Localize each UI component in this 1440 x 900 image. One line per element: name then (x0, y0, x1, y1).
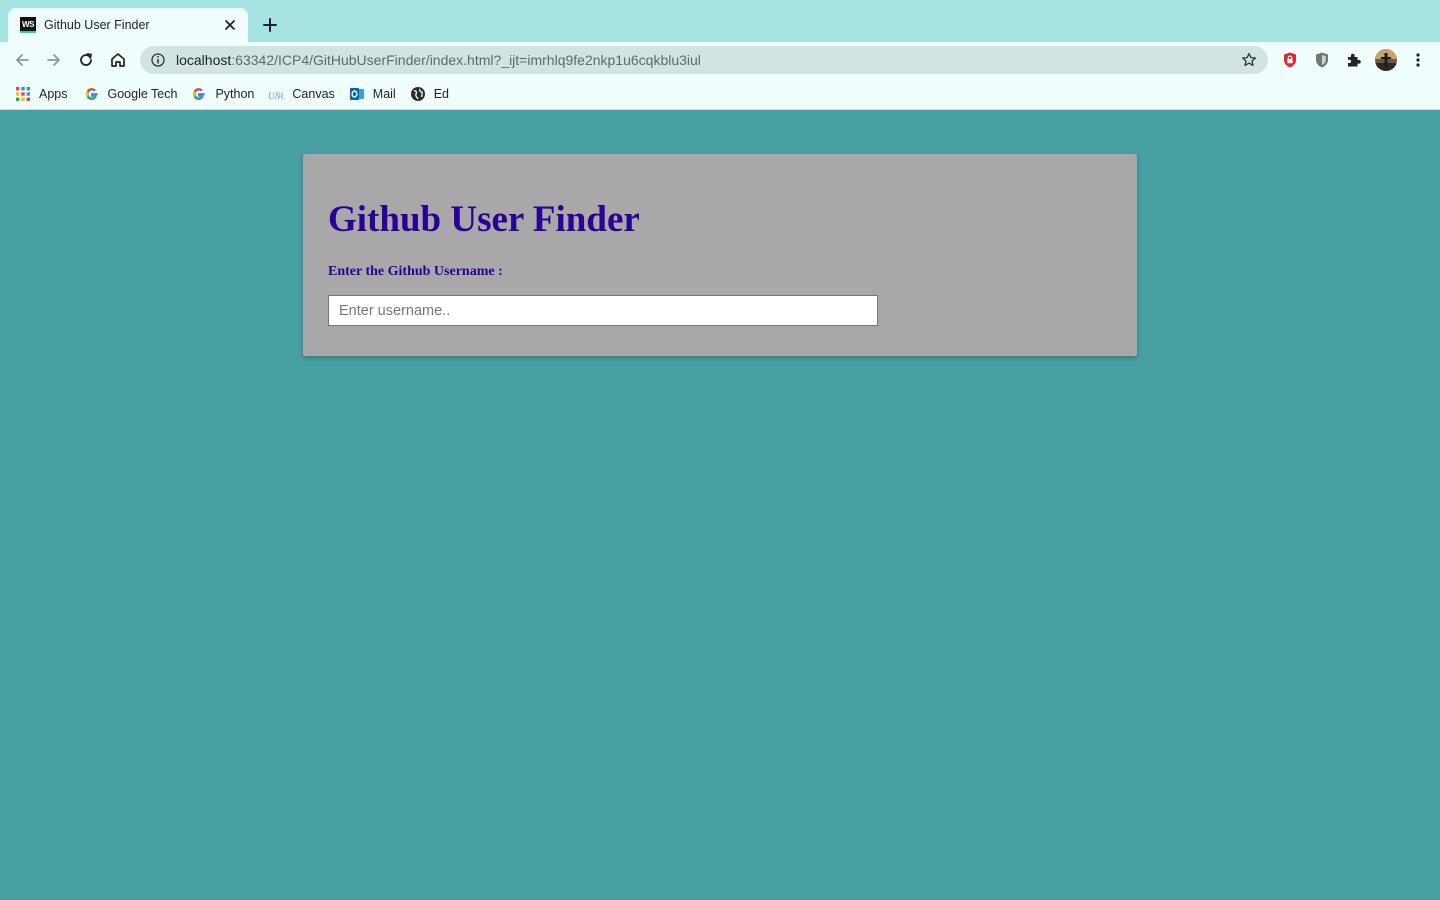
new-tab-plus-icon[interactable] (258, 13, 282, 37)
bookmark-apps[interactable]: Apps (13, 82, 74, 106)
google-icon (84, 86, 100, 102)
url-text: localhost:63342/ICP4/GitHubUserFinder/in… (176, 52, 1240, 68)
privacy-shield-icon[interactable] (1310, 48, 1334, 72)
bookmark-label: Mail (372, 86, 396, 101)
profile-avatar-icon[interactable] (1374, 48, 1398, 72)
username-search-input[interactable] (328, 295, 878, 326)
svg-text:UNC: UNC (268, 91, 284, 101)
bookmark-mail[interactable]: Mail (347, 82, 402, 106)
outlook-icon (349, 86, 365, 102)
url-host: localhost (176, 52, 232, 68)
adblock-shield-icon[interactable] (1278, 48, 1302, 72)
apps-grid-icon (15, 86, 31, 102)
address-bar[interactable]: localhost:63342/ICP4/GitHubUserFinder/in… (140, 46, 1268, 74)
bookmark-star-icon[interactable] (1240, 51, 1258, 69)
bookmark-label: Apps (39, 86, 68, 101)
bookmark-label: Canvas (292, 86, 335, 101)
home-icon[interactable] (104, 46, 132, 74)
browser-toolbar: localhost:63342/ICP4/GitHubUserFinder/in… (0, 42, 1440, 78)
webstorm-favicon-icon: WS (20, 17, 36, 33)
browser-menu-kebab-icon[interactable] (1406, 48, 1430, 72)
bookmark-label: Ed (433, 86, 449, 101)
bookmark-canvas[interactable]: UNC Canvas (266, 82, 340, 106)
bookmark-ed[interactable]: Ed (408, 82, 455, 106)
extensions-puzzle-icon[interactable] (1342, 48, 1366, 72)
tab-strip: WS Github User Finder (0, 0, 1440, 42)
bookmarks-bar: Apps Google Tech Python UNC Canvas Mail … (0, 78, 1440, 110)
bookmark-label: Google Tech (107, 86, 178, 101)
bookmark-google-tech[interactable]: Google Tech (82, 82, 184, 106)
browser-tab-active[interactable]: WS Github User Finder (8, 8, 248, 42)
close-tab-icon[interactable] (222, 17, 238, 33)
globe-icon (410, 86, 426, 102)
site-info-icon[interactable] (150, 52, 166, 68)
forward-arrow-icon[interactable] (40, 46, 68, 74)
back-arrow-icon[interactable] (8, 46, 36, 74)
bookmark-python[interactable]: Python (189, 82, 260, 106)
url-path: :63342/ICP4/GitHubUserFinder/index.html?… (231, 52, 701, 68)
username-label: Enter the Github Username : (328, 264, 503, 279)
tab-title: Github User Finder (44, 18, 150, 32)
google-icon (191, 86, 207, 102)
page-title: Github User Finder (328, 199, 640, 240)
user-finder-card: Github User Finder Enter the Github User… (303, 154, 1137, 356)
reload-icon[interactable] (72, 46, 100, 74)
bookmark-label: Python (215, 86, 255, 101)
unc-icon: UNC (268, 86, 284, 102)
